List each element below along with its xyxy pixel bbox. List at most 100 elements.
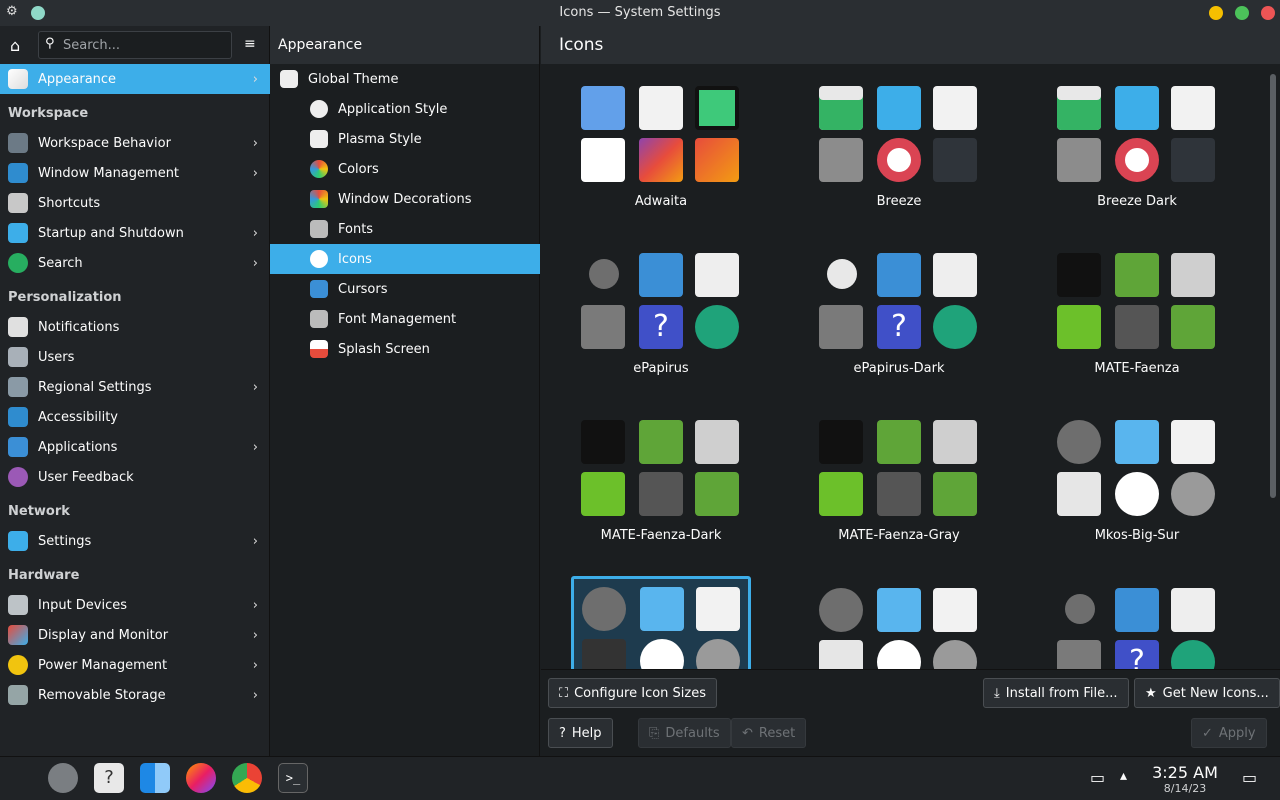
finder-icon[interactable] [140, 763, 170, 793]
theme-tile-selected[interactable] [571, 576, 751, 669]
sidebar-item-power-management[interactable]: Power Management › [0, 650, 270, 680]
sidebar-item-regional-settings[interactable]: Regional Settings › [0, 372, 270, 402]
theme-tile-row4-2[interactable] [809, 576, 989, 669]
notifications-icon [8, 317, 28, 337]
subpanel-item-cursors[interactable]: Cursors [270, 274, 540, 304]
home-folder-icon [1171, 305, 1215, 349]
scrollbar-thumb[interactable] [1270, 74, 1276, 498]
theme-name: MATE-Faenza-Dark [600, 528, 722, 543]
sidebar-item-startup-shutdown[interactable]: Startup and Shutdown › [0, 218, 270, 248]
theme-tile-row4-3[interactable]: ? [1047, 576, 1227, 669]
system-settings-icon[interactable] [48, 763, 78, 793]
settings-icon [696, 639, 740, 669]
subpanel-item-global-theme[interactable]: Global Theme [270, 64, 540, 94]
subpanel-title: Appearance [270, 26, 539, 64]
sidebar-item-input-devices[interactable]: Input Devices › [0, 590, 270, 620]
gear-icon [589, 259, 619, 289]
get-new-icons-button[interactable]: ★ Get New Icons... [1134, 678, 1280, 708]
settings-icon [1115, 305, 1159, 349]
sidebar-item-accessibility[interactable]: Accessibility [0, 402, 270, 432]
help-button[interactable]: ? Help [548, 718, 613, 748]
user-feedback-icon [8, 467, 28, 487]
search-settings-icon [8, 253, 28, 273]
show-desktop-icon[interactable]: ▭ [1242, 768, 1257, 787]
chevron-up-icon[interactable]: ▴ [1120, 768, 1127, 784]
theme-tile-adwaita[interactable]: Adwaita [571, 74, 751, 224]
image-icon [639, 138, 683, 182]
theme-tile-breeze[interactable]: Breeze [809, 74, 989, 224]
subpanel-item-application-style[interactable]: Application Style [270, 94, 540, 124]
subpanel-item-colors[interactable]: Colors [270, 154, 540, 184]
folder-icon [1115, 253, 1159, 297]
help-app-icon[interactable]: ? [94, 763, 124, 793]
reset-button[interactable]: ↶ Reset [731, 718, 807, 748]
subpanel-item-window-decorations[interactable]: Window Decorations [270, 184, 540, 214]
close-button[interactable] [1261, 6, 1275, 20]
help-icon: ? [877, 305, 921, 349]
sidebar-item-users[interactable]: Users [0, 342, 270, 372]
subpanel-item-font-management[interactable]: Font Management [270, 304, 540, 334]
sidebar-item-appearance[interactable]: Appearance › [0, 64, 270, 94]
chrome-icon[interactable] [232, 763, 262, 793]
theme-tile-epapirus-dark[interactable]: ? ePapirus-Dark [809, 241, 989, 391]
chevron-right-icon: › [252, 226, 258, 241]
theme-tile-mate-faenza[interactable]: MATE-Faenza [1047, 241, 1227, 391]
trash-icon [582, 639, 626, 669]
settings-icon [933, 640, 977, 669]
theme-preview [1057, 420, 1219, 524]
clock[interactable]: 3:25 AM 8/14/23 [1150, 763, 1220, 795]
apply-button[interactable]: ✓ Apply [1191, 718, 1267, 748]
theme-tile-breeze-dark[interactable]: Breeze Dark [1047, 74, 1227, 224]
document-icon [933, 253, 977, 297]
theme-preview [819, 588, 981, 669]
trash-icon [695, 86, 739, 130]
install-icon: ⤓ [994, 685, 1000, 701]
maximize-button[interactable] [1235, 6, 1249, 20]
scrollbar[interactable] [1266, 64, 1280, 669]
sidebar-item-display-monitor[interactable]: Display and Monitor › [0, 620, 270, 650]
defaults-button[interactable]: ⎘ Defaults [638, 718, 731, 748]
menu-icon[interactable]: ≡ [244, 36, 256, 52]
theme-tile-mate-faenza-gray[interactable]: MATE-Faenza-Gray [809, 408, 989, 558]
page-title: Icons [541, 26, 1280, 64]
subpanel-item-icons[interactable]: Icons [270, 244, 540, 274]
folder-icon [581, 86, 625, 130]
theme-tile-mkos-big-sur[interactable]: Mkos-Big-Sur [1047, 408, 1227, 558]
gear-icon [827, 259, 857, 289]
theme-name: MATE-Faenza [1094, 361, 1180, 376]
subpanel-item-plasma-style[interactable]: Plasma Style [270, 124, 540, 154]
sidebar-item-applications[interactable]: Applications › [0, 432, 270, 462]
document-icon [1171, 588, 1215, 632]
search-input[interactable] [63, 32, 228, 58]
sidebar-item-label: Regional Settings [38, 379, 152, 395]
apple-menu-icon[interactable] [6, 763, 36, 793]
sidebar-item-search[interactable]: Search › [0, 248, 270, 278]
home-icon[interactable]: ⌂ [10, 36, 20, 55]
sidebar-item-network-settings[interactable]: Settings › [0, 526, 270, 556]
firefox-icon[interactable] [186, 763, 216, 793]
sidebar-item-shortcuts[interactable]: Shortcuts [0, 188, 270, 218]
search-field[interactable]: ⚲ [38, 31, 232, 59]
sidebar-item-window-management[interactable]: Window Management › [0, 158, 270, 188]
terminal-icon[interactable]: >_ [278, 763, 308, 793]
theme-name: Breeze Dark [1097, 194, 1177, 209]
install-from-file-button[interactable]: ⤓ Install from File... [983, 678, 1129, 708]
sidebar-item-workspace-behavior[interactable]: Workspace Behavior › [0, 128, 270, 158]
sidebar-item-removable-storage[interactable]: Removable Storage › [0, 680, 270, 710]
theme-tile-mate-faenza-dark[interactable]: MATE-Faenza-Dark [571, 408, 751, 558]
minimize-button[interactable] [1209, 6, 1223, 20]
undo-icon: ↶ [742, 725, 753, 741]
sidebar: ⌂ ⚲ ≡ Appearance › Workspace Workspace B… [0, 26, 270, 756]
subpanel-item-fonts[interactable]: Fonts [270, 214, 540, 244]
theme-name: Breeze [876, 194, 922, 209]
configure-icon-sizes-button[interactable]: ⛶ Configure Icon Sizes [548, 678, 718, 708]
section-personalization: Personalization [8, 290, 122, 305]
settings-icon [933, 138, 977, 182]
theme-preview [819, 420, 981, 524]
sidebar-item-user-feedback[interactable]: User Feedback [0, 462, 270, 492]
sidebar-item-notifications[interactable]: Notifications [0, 312, 270, 342]
theme-tile-epapirus[interactable]: ? ePapirus [571, 241, 751, 391]
subpanel-item-splash-screen[interactable]: Splash Screen [270, 334, 540, 364]
button-label: Get New Icons... [1162, 685, 1269, 701]
clipboard-icon[interactable]: ▭ [1090, 768, 1105, 787]
